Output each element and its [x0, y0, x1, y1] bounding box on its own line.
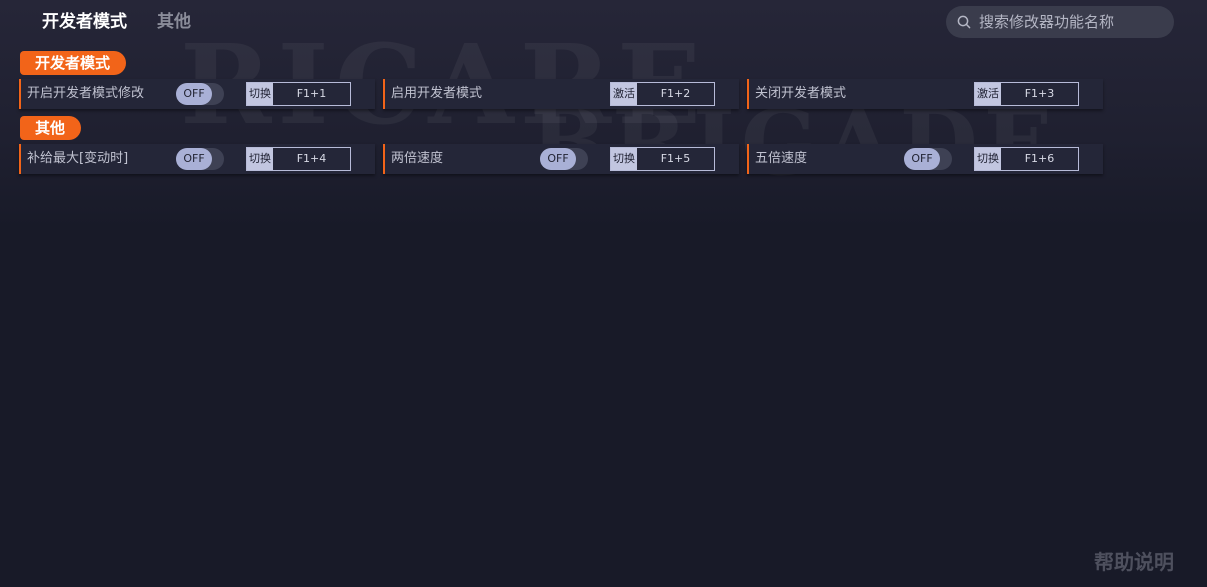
hotkey-action: 切换 — [247, 83, 273, 105]
hotkey-action: 切换 — [611, 148, 637, 170]
cheat-name: 开启开发者模式修改 — [27, 86, 145, 101]
cheat-name: 五倍速度 — [755, 151, 808, 166]
cheat-item-max-supply: 补给最大[变动时] OFF 切换 F1+4 — [19, 144, 375, 174]
hotkey-action: 切换 — [247, 148, 273, 170]
tab-bar: 开发者模式 其他 — [42, 10, 191, 34]
toggle-state: OFF — [176, 148, 212, 170]
hotkey-action: 激活 — [975, 83, 1001, 105]
cheat-name: 两倍速度 — [391, 151, 444, 166]
tab-developer-mode[interactable]: 开发者模式 — [42, 10, 127, 34]
cheat-item-double-speed: 两倍速度 OFF 切换 F1+5 — [383, 144, 739, 174]
hotkey-action: 激活 — [611, 83, 637, 105]
toggle-switch[interactable]: OFF — [176, 148, 224, 170]
search-box[interactable] — [946, 6, 1174, 38]
cheat-name: 启用开发者模式 — [391, 86, 483, 101]
hotkey-box[interactable]: 切换 F1+1 — [246, 82, 351, 106]
hotkey-box[interactable]: 切换 F1+6 — [974, 147, 1079, 171]
cheat-item-close-dev-mode: 关闭开发者模式 激活 F1+3 — [747, 79, 1103, 109]
search-input[interactable] — [977, 12, 1171, 32]
cheat-item-five-times-speed: 五倍速度 OFF 切换 F1+6 — [747, 144, 1103, 174]
toggle-state: OFF — [176, 83, 212, 105]
hotkey-box[interactable]: 激活 F1+3 — [974, 82, 1079, 106]
hotkey-box[interactable]: 激活 F1+2 — [610, 82, 715, 106]
hotkey-key: F1+6 — [1024, 152, 1055, 165]
cheat-name: 关闭开发者模式 — [755, 86, 847, 101]
toggle-switch[interactable]: OFF — [176, 83, 224, 105]
hotkey-key: F1+1 — [296, 87, 327, 100]
toggle-switch[interactable]: OFF — [904, 148, 952, 170]
search-icon — [957, 15, 971, 29]
toggle-state: OFF — [540, 148, 576, 170]
tab-other[interactable]: 其他 — [157, 10, 191, 34]
cheat-item-enable-dev-mode-mod: 开启开发者模式修改 OFF 切换 F1+1 — [19, 79, 375, 109]
help-link[interactable]: 帮助说明 — [1094, 546, 1174, 575]
hotkey-action: 切换 — [975, 148, 1001, 170]
cheat-name: 补给最大[变动时] — [27, 151, 129, 166]
hotkey-key: F1+3 — [1024, 87, 1055, 100]
hotkey-key: F1+4 — [296, 152, 327, 165]
hotkey-box[interactable]: 切换 F1+4 — [246, 147, 351, 171]
section-title-developer-mode: 开发者模式 — [20, 51, 127, 75]
hotkey-key: F1+2 — [660, 87, 691, 100]
cheat-item-activate-dev-mode: 启用开发者模式 激活 F1+2 — [383, 79, 739, 109]
hotkey-key: F1+5 — [660, 152, 691, 165]
section-title-other: 其他 — [20, 116, 82, 140]
toggle-state: OFF — [904, 148, 940, 170]
toggle-switch[interactable]: OFF — [540, 148, 588, 170]
hotkey-box[interactable]: 切换 F1+5 — [610, 147, 715, 171]
